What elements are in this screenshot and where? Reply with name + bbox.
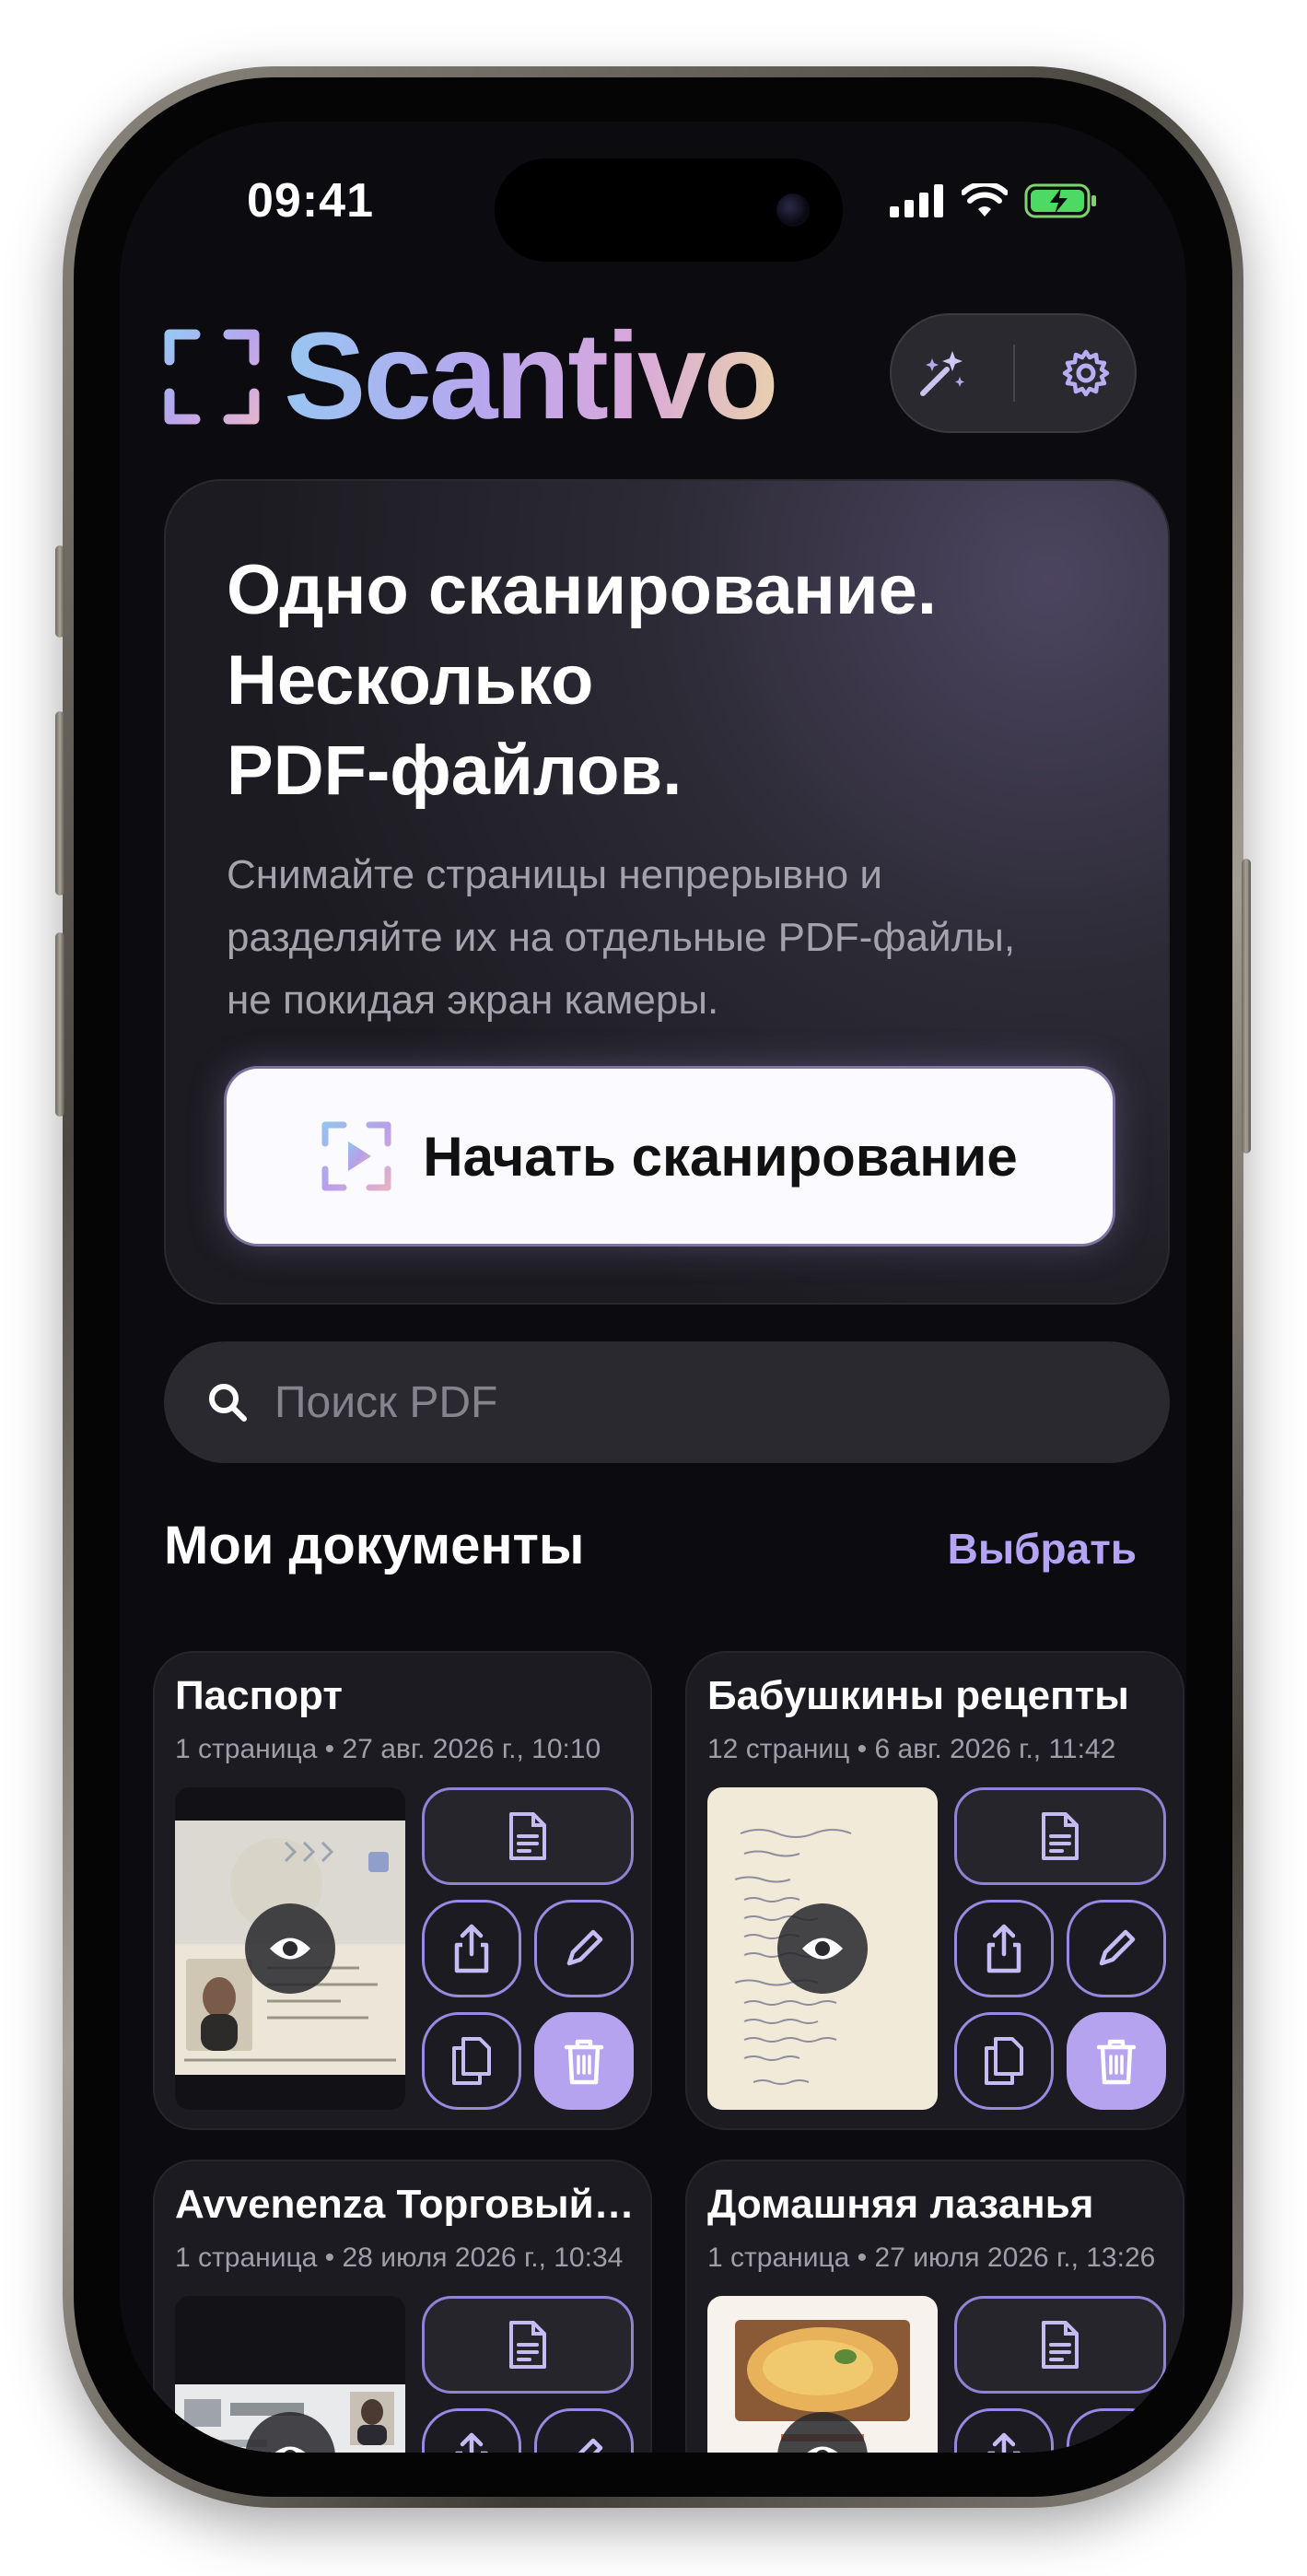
document-card[interactable]: Домашняя лазанья 1 страница • 27 июля 20… [685,2160,1184,2453]
trash-icon [1096,2039,1137,2085]
document-thumbnail[interactable] [175,1787,405,2110]
extract-text-button[interactable] [422,1787,634,1885]
hero-card: Одно сканирование. Несколько PDF-файлов.… [164,479,1170,1305]
app-logo: Scantivo [164,308,779,445]
hero-subtitle: Снимайте страницы непрерывно и разделяйт… [227,852,1016,1023]
pencil-icon [1099,1929,1136,1966]
extract-text-button[interactable] [954,1787,1166,1885]
wifi-icon [962,183,1008,217]
dynamic-island [495,158,843,262]
rename-button[interactable] [1067,1900,1166,1997]
volume-down-button [55,932,64,1117]
document-card[interactable]: Avvenenza Торговый… 1 страница • 28 июля… [153,2160,652,2453]
power-button [1242,859,1251,1153]
document-text-icon [509,1812,546,1860]
start-scan-label: Начать сканирование [423,1125,1018,1188]
pencil-icon [1110,2438,1136,2453]
front-camera [776,193,810,227]
action-button [55,545,64,638]
status-bar: 09:41 [120,122,1186,278]
document-text-icon [509,2321,546,2369]
pencil-icon [566,1929,603,1966]
document-card[interactable]: Паспорт 1 страница • 27 авг. 2026 г., 10… [153,1651,652,2130]
phone-frame: 09:41 Scantivo Одно сканирование. Нескол… [55,66,1251,2508]
document-meta: 1 страница • 28 июля 2026 г., 10:34 [175,2242,624,2273]
eye-icon [807,2446,838,2453]
rename-button[interactable] [534,2408,634,2453]
duplicate-button[interactable] [954,2012,1054,2110]
document-thumbnail[interactable] [175,2296,405,2453]
preview-eye-button[interactable] [245,1903,335,1994]
battery-charging-icon [1024,183,1096,218]
rename-button[interactable] [1067,2408,1166,2453]
toolbar-pill [890,313,1137,433]
share-button[interactable] [422,2408,521,2453]
status-time: 09:41 [247,174,374,228]
copy-document-icon [985,2037,1023,2085]
share-button[interactable] [954,2408,1054,2453]
share-icon [986,1924,1021,1973]
document-text-icon [1042,2321,1079,2369]
copy-document-icon [452,2037,491,2085]
document-card[interactable]: Бабушкины рецепты 12 страниц • 6 авг. 20… [685,1651,1184,2130]
extract-text-button[interactable] [422,2296,634,2394]
trash-icon [564,2039,604,2085]
search-input[interactable] [274,1376,1011,1428]
search-bar[interactable] [164,1341,1170,1463]
share-button[interactable] [422,1900,521,1997]
eye-icon [270,1938,310,1960]
document-name: Бабушкины рецепты [707,1673,1129,1718]
share-button[interactable] [954,1900,1054,1997]
document-meta: 12 страниц • 6 авг. 2026 г., 11:42 [707,1734,1116,1764]
magic-wand-icon[interactable] [914,345,969,401]
document-meta: 1 страница • 27 авг. 2026 г., 10:10 [175,1734,601,1764]
scan-frame-icon [164,329,260,425]
status-icons [890,182,1098,219]
extract-text-button[interactable] [954,2296,1166,2394]
eye-icon [274,2446,306,2453]
volume-up-button [55,711,64,896]
preview-eye-button[interactable] [777,1903,868,1994]
document-name: Домашняя лазанья [707,2182,1094,2227]
toolbar-divider [1013,345,1015,402]
screen: 09:41 Scantivo Одно сканирование. Нескол… [120,122,1186,2453]
pencil-icon [578,2438,603,2453]
start-scan-button[interactable]: Начать сканирование [227,1069,1113,1244]
duplicate-button[interactable] [422,2012,521,2110]
share-icon [986,2432,1021,2453]
bezel: 09:41 Scantivo Одно сканирование. Нескол… [74,77,1232,2497]
document-meta: 1 страница • 27 июля 2026 г., 13:26 [707,2242,1156,2273]
hero-title: Одно сканирование. Несколько PDF-файлов. [227,551,937,810]
eye-icon [802,1938,843,1960]
app-name: Scantivo [284,308,779,445]
documents-title: Мои документы [164,1516,585,1575]
select-button[interactable]: Выбрать [948,1524,1137,1574]
scan-play-icon [321,1121,391,1191]
cellular-signal-icon [890,184,943,217]
share-icon [454,1924,489,1973]
document-name: Avvenenza Торговый… [175,2182,635,2227]
document-name: Паспорт [175,1673,343,1718]
document-thumbnail[interactable] [707,1787,938,2110]
document-text-icon [1042,1812,1079,1860]
delete-button[interactable] [534,2012,634,2110]
document-thumbnail[interactable] [707,2296,938,2453]
gear-icon[interactable] [1059,346,1113,400]
search-icon [209,1384,247,1422]
delete-button[interactable] [1067,2012,1166,2110]
rename-button[interactable] [534,1900,634,1997]
share-icon [454,2432,489,2453]
